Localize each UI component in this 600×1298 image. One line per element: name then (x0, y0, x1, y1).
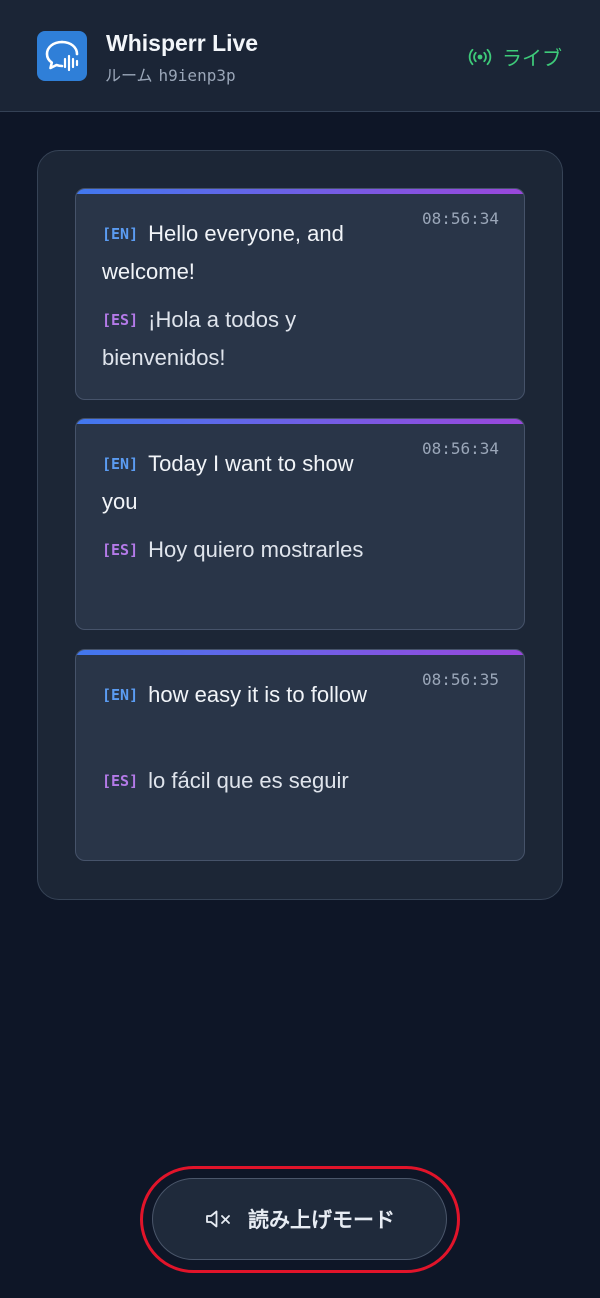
en-tag: [EN] (102, 455, 139, 473)
live-indicator: ライブ (468, 42, 562, 71)
english-text: how easy it is to follow (148, 682, 367, 707)
message-time: 08:56:34 (421, 439, 499, 458)
es-tag: [ES] (102, 541, 139, 559)
message-card: 08:56:34 [EN] Today I want to show you [E… (75, 418, 525, 630)
english-text: Today I want to show you (102, 451, 354, 514)
spanish-text: lo fácil que es seguir (148, 768, 349, 793)
spanish-line: [ES] lo fácil que es seguir (102, 762, 392, 800)
en-tag: [EN] (102, 686, 139, 704)
spanish-line: [ES] Hoy quiero mostrarles (102, 531, 392, 569)
read-aloud-mode-button[interactable]: 読み上げモード (152, 1178, 447, 1260)
live-label: ライブ (502, 46, 562, 70)
english-text: Hello everyone, and welcome! (102, 221, 344, 284)
spanish-line: [ES] ¡Hola a todos y bienvenidos! (102, 301, 392, 376)
card-accent-bar (76, 189, 524, 194)
app-title: Whisperr Live (106, 30, 259, 56)
message-time: 08:56:34 (421, 209, 499, 228)
en-tag: [EN] (102, 225, 139, 243)
card-accent-bar (76, 650, 524, 655)
message-time: 08:56:35 (421, 670, 499, 689)
broadcast-icon (468, 48, 492, 65)
speaker-muted-icon (206, 1210, 230, 1228)
room-label: ルーム (105, 66, 153, 85)
app-logo (37, 31, 87, 81)
es-tag: [ES] (102, 772, 139, 790)
english-line: [EN] Hello everyone, and welcome! (102, 215, 392, 290)
room-info: ルーム h9ienp3p (105, 62, 236, 86)
app-header: Whisperr Live ルーム h9ienp3p ライブ (0, 0, 600, 112)
message-card: 08:56:34 [EN] Hello everyone, and welcome… (75, 188, 525, 400)
english-line: [EN] how easy it is to follow (102, 676, 392, 714)
spanish-text: Hoy quiero mostrarles (148, 537, 364, 562)
es-tag: [ES] (102, 311, 139, 329)
message-card: 08:56:35 [EN] how easy it is to follow [E… (75, 649, 525, 861)
chat-waveform-icon (45, 40, 79, 72)
read-aloud-mode-label: 読み上げモード (248, 1208, 395, 1232)
card-accent-bar (76, 419, 524, 424)
english-line: [EN] Today I want to show you (102, 445, 392, 520)
room-id: h9ienp3p (158, 66, 236, 85)
